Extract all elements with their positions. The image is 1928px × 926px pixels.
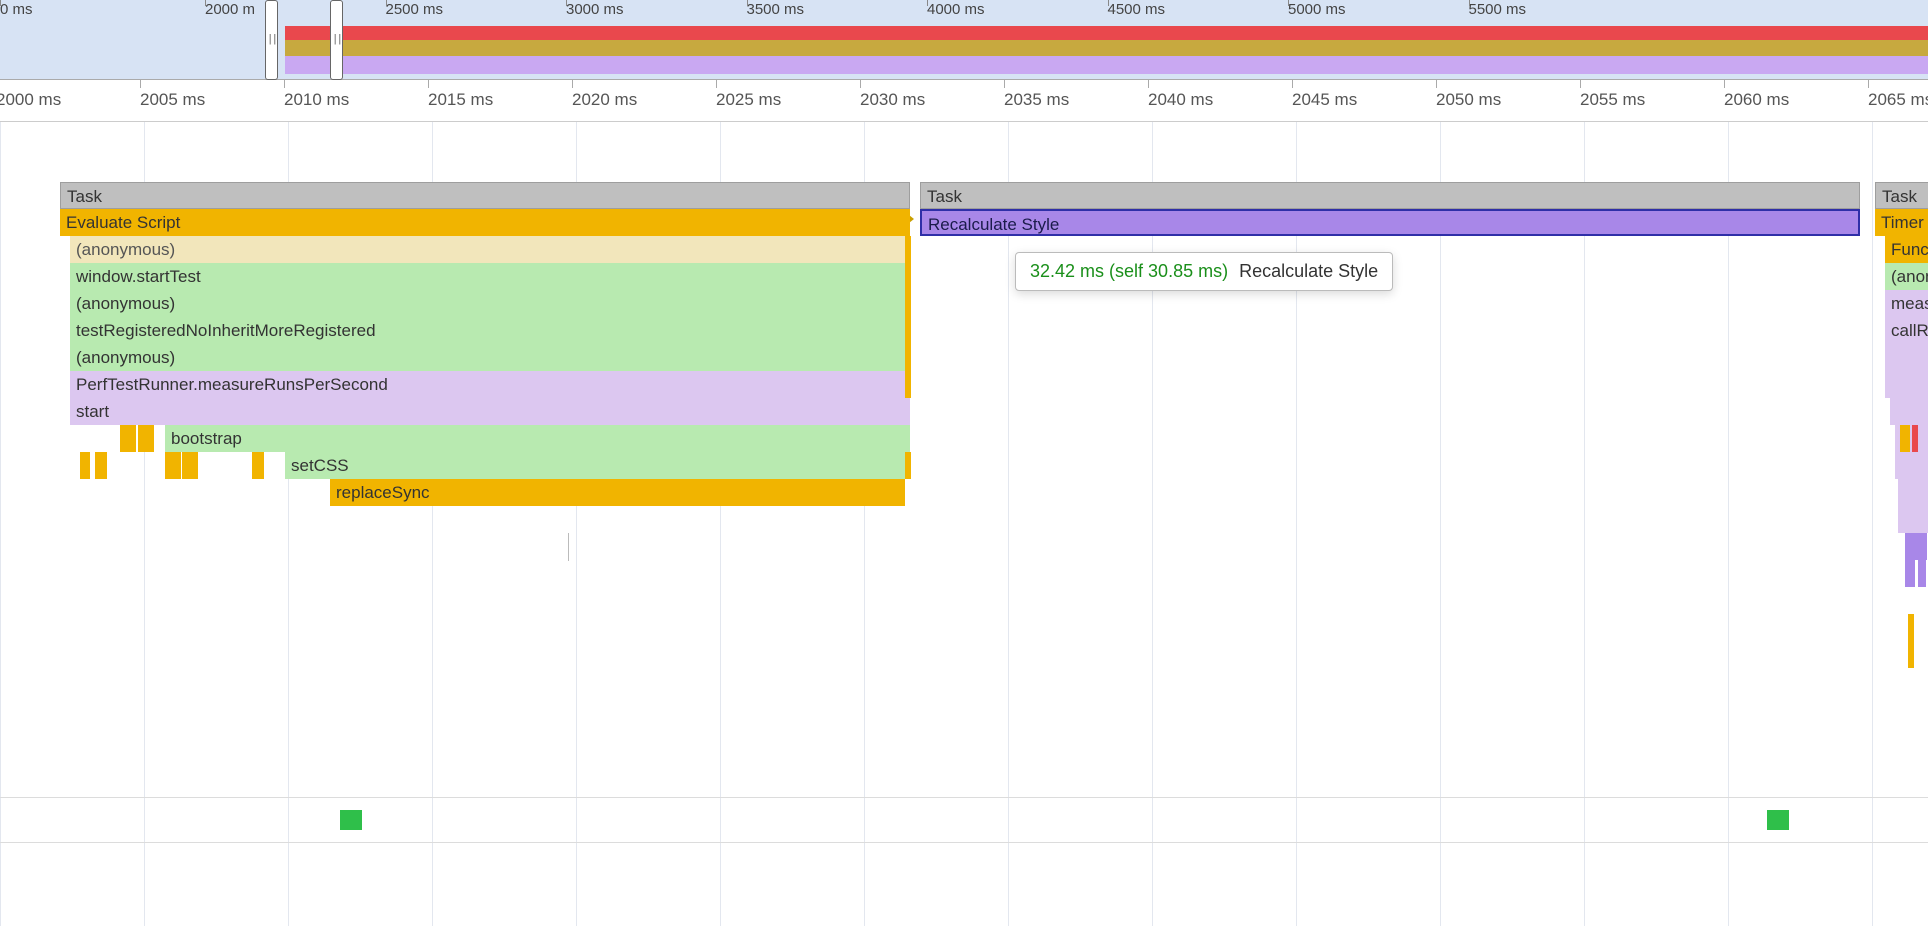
flame-sliver	[905, 236, 911, 398]
flame-entry[interactable]: Evaluate Script	[60, 209, 910, 236]
flame-entry[interactable]: Task	[1875, 182, 1928, 209]
flame-entry[interactable]: setCSS	[285, 452, 910, 479]
flame-sliver[interactable]	[1900, 425, 1910, 452]
flame-sliver[interactable]	[138, 425, 154, 452]
flame-sliver[interactable]	[95, 452, 107, 479]
tooltip-time: 32.42 ms (self 30.85 ms)	[1030, 261, 1228, 281]
gridline	[1440, 122, 1441, 926]
flamechart[interactable]: 32.42 ms (self 30.85 ms) Recalculate Sty…	[0, 122, 1928, 926]
timeline-overview[interactable]: 0 ms2000 m2500 ms3000 ms3500 ms4000 ms45…	[0, 0, 1928, 80]
ruler-tick: 2005 ms	[140, 90, 205, 110]
ruler-tick: 2065 ms	[1868, 90, 1928, 110]
flame-entry[interactable]: (anony	[1885, 263, 1928, 290]
flame-entry[interactable]: Functio	[1885, 236, 1928, 263]
flame-sliver[interactable]	[1898, 506, 1928, 533]
detail-ruler[interactable]: 2000 ms 2005 ms 2010 ms 2015 ms 2020 ms 2025 …	[0, 80, 1928, 122]
overview-band-layout	[285, 26, 1928, 40]
flame-sliver[interactable]	[252, 452, 264, 479]
flame-entry[interactable]: (anonymous)	[70, 290, 910, 317]
flame-sliver	[568, 533, 569, 561]
flame-sliver[interactable]	[76, 425, 84, 452]
flame-entry[interactable]: window.startTest	[70, 263, 910, 290]
flame-sliver[interactable]	[1898, 479, 1928, 506]
flame-sliver	[905, 452, 911, 479]
flame-entry[interactable]: (anonymous)	[70, 236, 910, 263]
gridline	[1872, 122, 1873, 926]
ruler-tick: 2015 ms	[428, 90, 493, 110]
flame-sliver[interactable]	[1905, 560, 1915, 587]
flame-sliver[interactable]	[1885, 344, 1928, 371]
gridline	[1584, 122, 1585, 926]
flame-sliver[interactable]	[80, 452, 90, 479]
flame-entry[interactable]: measu	[1885, 290, 1928, 317]
flame-entry[interactable]: PerfTestRunner.measureRunsPerSecond	[70, 371, 910, 398]
ruler-tick: 2035 ms	[1004, 90, 1069, 110]
flame-sliver[interactable]	[1908, 641, 1914, 668]
flame-sliver[interactable]	[1908, 614, 1914, 641]
flame-entry[interactable]: Task	[60, 182, 910, 209]
flame-entry[interactable]: Timer F	[1875, 209, 1928, 236]
gridline	[1152, 122, 1153, 926]
overview-band-script	[285, 40, 1928, 56]
flame-sliver[interactable]	[86, 425, 100, 452]
flame-sliver[interactable]	[1895, 452, 1928, 479]
flame-sliver[interactable]	[1918, 560, 1926, 587]
flame-entry[interactable]: callRu	[1885, 317, 1928, 344]
flame-sliver[interactable]	[1912, 425, 1918, 452]
flame-entry[interactable]: Task	[920, 182, 1860, 209]
ruler-tick: 2050 ms	[1436, 90, 1501, 110]
gridline	[1296, 122, 1297, 926]
marker-gc[interactable]	[340, 810, 362, 830]
ruler-tick: 2040 ms	[1148, 90, 1213, 110]
overview-tick: 2000 m	[205, 1, 255, 18]
ruler-tick: 2025 ms	[716, 90, 781, 110]
flame-entry[interactable]: start	[70, 398, 910, 425]
gridline	[1728, 122, 1729, 926]
ruler-tick: 2055 ms	[1580, 90, 1645, 110]
gridline	[1008, 122, 1009, 926]
flame-sliver[interactable]	[1885, 371, 1928, 398]
hline	[0, 797, 1928, 798]
ruler-tick: 2000 ms	[0, 90, 61, 110]
overview-handle-left[interactable]: ||	[265, 0, 278, 80]
flame-entry[interactable]: bootstrap	[165, 425, 910, 452]
flame-entry[interactable]: testRegisteredNoInheritMoreRegistered	[70, 317, 910, 344]
flame-entry[interactable]: replaceSync	[330, 479, 905, 506]
flame-sliver[interactable]	[1890, 398, 1928, 425]
flame-sliver[interactable]	[165, 452, 181, 479]
overview-handle-right[interactable]: ||	[330, 0, 343, 80]
ruler-tick: 2020 ms	[572, 90, 637, 110]
flame-entry[interactable]: (anonymous)	[70, 344, 910, 371]
tooltip-label: Recalculate Style	[1239, 261, 1378, 281]
gridline	[0, 122, 1, 926]
overview-tick: 0 ms	[0, 1, 33, 18]
ruler-tick: 2010 ms	[284, 90, 349, 110]
hline	[0, 842, 1928, 843]
ruler-tick: 2030 ms	[860, 90, 925, 110]
flame-sliver[interactable]	[232, 452, 240, 479]
ruler-tick: 2060 ms	[1724, 90, 1789, 110]
marker-gc[interactable]	[1767, 810, 1789, 830]
overview-band-render	[285, 56, 1928, 74]
ruler-tick: 2045 ms	[1292, 90, 1357, 110]
flame-sliver[interactable]	[120, 425, 136, 452]
flame-sliver[interactable]	[182, 452, 198, 479]
flame-sliver[interactable]	[1905, 533, 1927, 560]
flame-entry[interactable]: Recalculate Style	[920, 209, 1860, 236]
flame-tooltip: 32.42 ms (self 30.85 ms) Recalculate Sty…	[1015, 252, 1393, 291]
